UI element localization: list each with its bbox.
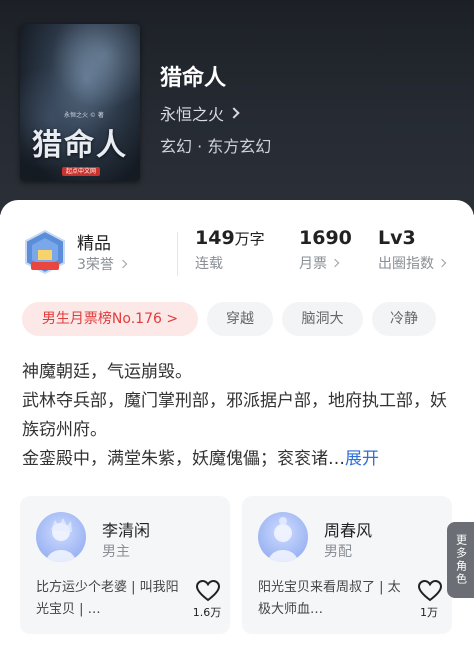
popularity-label: 出圈指数 xyxy=(378,256,434,272)
author-name: 永恒之火 xyxy=(160,105,225,124)
honors-link[interactable]: 3荣誉 xyxy=(77,254,128,274)
cover-publisher-badge: 起点中文网 xyxy=(62,167,101,176)
tag-imaginative[interactable]: 脑洞大 xyxy=(282,302,363,336)
author-link[interactable]: 永恒之火 xyxy=(160,101,240,125)
monthly-ticket-stat[interactable]: 1690 月票 xyxy=(299,227,352,273)
character-role: 男配 xyxy=(324,544,352,560)
character-card[interactable]: 李清闲 男主 比方运少个老婆 | 叫我阳光宝贝 | … 1.6万 xyxy=(20,496,230,634)
honors-count: 3荣誉 xyxy=(77,257,114,273)
character-quote: 阳光宝贝来看周叔了 | 太极大师血… xyxy=(258,580,401,617)
character-avatar xyxy=(258,512,308,562)
rank-tag[interactable]: 男生月票榜No.176 > xyxy=(22,302,198,336)
synopsis-line: 神魔朝廷，气运崩毁。 xyxy=(22,362,192,382)
chevron-right-icon xyxy=(437,258,447,268)
character-card[interactable]: 周春风 男配 阳光宝贝来看周叔了 | 太极大师血… 1万 xyxy=(242,496,452,634)
cover-author: 永恒之火 © 著 xyxy=(64,112,104,119)
chevron-right-icon xyxy=(118,259,128,269)
cover-title: 猎命人 xyxy=(32,128,128,163)
like-count: 1万 xyxy=(420,606,438,619)
word-count-stat: 149万字 连载 xyxy=(195,227,265,273)
character-name: 李清闲 xyxy=(102,521,151,540)
character-quote: 比方运少个老婆 | 叫我阳光宝贝 | … xyxy=(36,580,179,617)
character-role: 男主 xyxy=(102,544,130,560)
word-count-unit: 万字 xyxy=(234,230,265,248)
character-name: 周春风 xyxy=(324,521,373,540)
word-count-value: 149 xyxy=(195,227,235,249)
quality-title: 精品 xyxy=(77,234,111,254)
synopsis: 神魔朝廷，气运崩毁。 武林夺兵部，魔门掌刑部，邪派据户部，地府执工部，妖族窃州府… xyxy=(22,358,454,474)
more-characters-tab[interactable]: 更多角色 xyxy=(447,522,474,598)
tag-calm[interactable]: 冷静 xyxy=(372,302,436,336)
genre-label: 玄幻 · 东方玄幻 xyxy=(160,137,272,156)
chevron-right-icon xyxy=(330,258,340,268)
stats-divider xyxy=(177,232,178,276)
character-avatar xyxy=(36,512,86,562)
popularity-stat[interactable]: Lv3 出圈指数 xyxy=(378,227,447,273)
synopsis-line: 金銮殿中，满堂朱紫，妖魔傀儡；衮衮诸…展开 xyxy=(22,449,379,469)
heart-icon[interactable] xyxy=(196,580,220,602)
heart-icon[interactable] xyxy=(418,580,442,602)
quality-badge-icon xyxy=(25,229,65,275)
book-cover[interactable]: 永恒之火 © 著 猎命人 起点中文网 xyxy=(20,24,140,181)
monthly-ticket-label: 月票 xyxy=(299,256,327,272)
monthly-ticket-value: 1690 xyxy=(299,227,352,249)
expand-link[interactable]: 展开 xyxy=(345,449,379,469)
tag-time-travel[interactable]: 穿越 xyxy=(207,302,273,336)
book-title: 猎命人 xyxy=(160,66,227,91)
popularity-level: Lv3 xyxy=(378,227,416,249)
like-count: 1.6万 xyxy=(192,606,222,619)
serial-status: 连载 xyxy=(195,256,223,272)
chevron-right-icon xyxy=(228,107,240,119)
synopsis-line: 武林夺兵部，魔门掌刑部，邪派据户部，地府执工部，妖族窃州府。 xyxy=(22,391,447,440)
